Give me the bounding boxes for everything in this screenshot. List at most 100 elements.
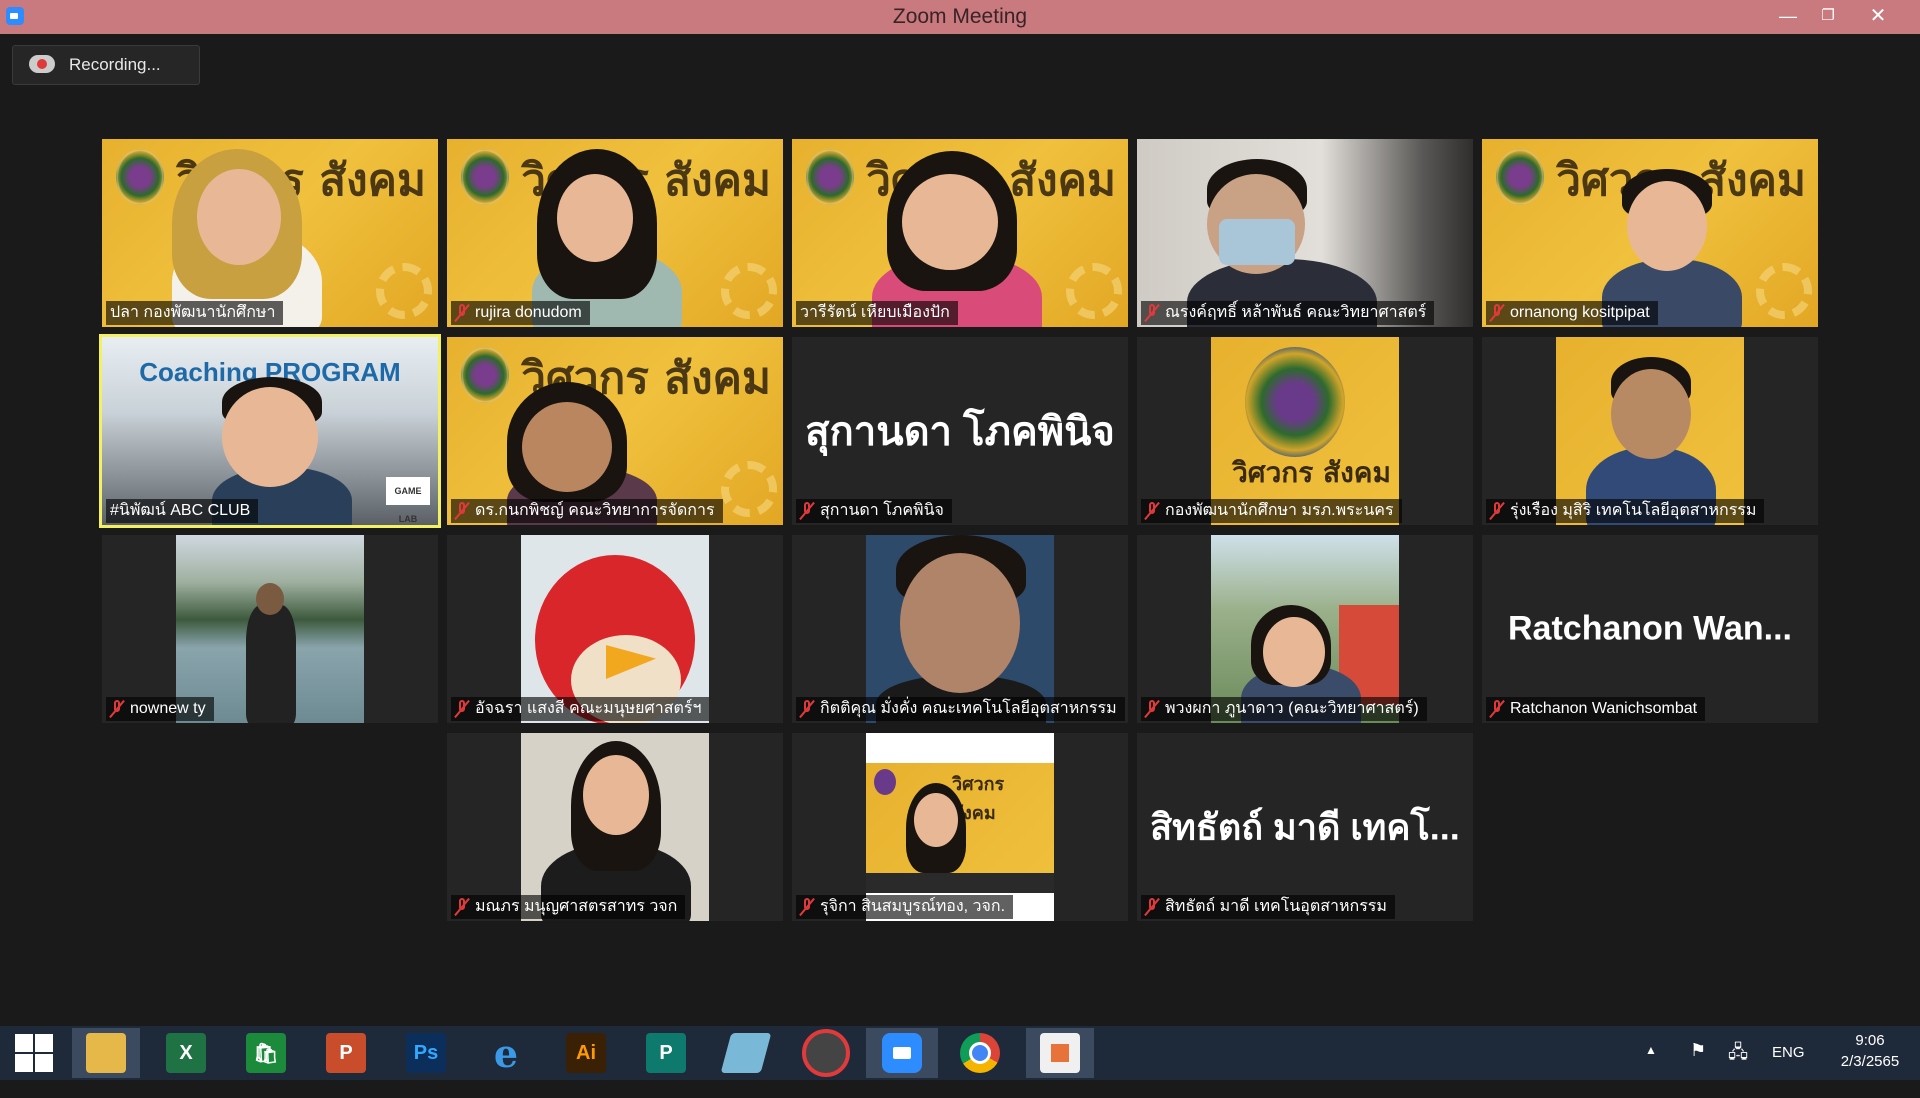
muted-mic-icon [455,897,469,917]
muted-mic-icon [1490,699,1504,719]
muted-mic-icon [1490,501,1504,521]
participant-tile[interactable]: nownew ty [102,535,438,723]
clock[interactable]: 9:06 2/3/2565 [1830,1032,1910,1086]
taskbar-excel[interactable]: X [152,1028,220,1078]
gear-icon [1066,263,1122,319]
participant-name: พวงผกา ภูนาดาว (คณะวิทยาศาสตร์) [1141,697,1427,721]
taskbar-zoom[interactable] [866,1028,938,1078]
recording-indicator[interactable]: Recording... [12,45,200,85]
taskbar-photoscape[interactable] [792,1028,860,1078]
participant-display-name: สิทธัตถ์ มาดี เทคโ... [1150,806,1460,848]
taskbar-illustrator[interactable]: Ai [552,1028,620,1078]
minimize-button[interactable]: — [1768,0,1808,34]
participant-tile-active-speaker[interactable]: Coaching PROGRAM fo urer GAME LAB #นิพัฒ… [99,334,441,528]
muted-mic-icon [455,699,469,719]
participant-tile[interactable]: วิศวกร สังคม ดร.กนกพิชญ์ คณะวิทยาการจัดก… [447,337,783,525]
gear-icon [376,263,432,319]
muted-mic-icon [455,303,469,323]
taskbar-file-explorer[interactable] [72,1028,140,1078]
participant-tile[interactable]: วิศวกร สังคม กองพัฒนานักศึกษา มรภ.พระนคร [1137,337,1473,525]
participant-name: #นิพัฒน์ ABC CLUB [106,499,259,523]
photoscape-icon [802,1029,850,1077]
participant-tile[interactable]: ณรงค์ฤทธิ์ หล้าพันธ์ คณะวิทยาศาสตร์ [1137,139,1473,327]
muted-mic-icon [800,699,814,719]
participant-tile[interactable]: รุ่งเรือง มุสิริ เทคโนโลยีอุตสาหกรรม [1482,337,1818,525]
show-hidden-icons-button[interactable]: ▲ [1645,1043,1657,1097]
gear-icon [721,461,777,517]
muted-mic-icon [1145,501,1159,521]
powerpoint-icon: P [326,1033,366,1073]
restore-button[interactable]: ❐ [1808,0,1848,34]
folder-icon [86,1033,126,1073]
taskbar-photoshop[interactable]: Ps [392,1028,460,1078]
taskbar-store[interactable]: 🛍 [232,1028,300,1078]
participant-name: รุจิกา สินสมบูรณ์ทอง, วจก. [796,895,1014,919]
muted-mic-icon [455,501,469,521]
start-button[interactable] [0,1028,68,1078]
participant-tile[interactable]: พวงผกา ภูนาดาว (คณะวิทยาศาสตร์) [1137,535,1473,723]
network-icon[interactable]: 🖧 [1728,1040,1748,1094]
windows-taskbar: X 🛍 P Ps e Ai P ▲ ⚑ 🖧 ENG 9:06 2/3/2565 [0,1026,1920,1080]
muted-mic-icon [1145,699,1159,719]
background-brand-text: วิศวกร สังคม [1232,456,1391,489]
participant-tile[interactable]: กิตติคุณ มั่งคั่ง คณะเทคโนโลยีอุตสาหกรรม [792,535,1128,723]
notes-icon [720,1033,772,1073]
background-brand-text: วิศวกร สังคม [952,774,1005,824]
participant-tile[interactable]: อัจฉรา แสงสี คณะมนุษยศาสตร์ฯ [447,535,783,723]
participant-name: ณรงค์ฤทธิ์ หล้าพันธ์ คณะวิทยาศาสตร์ [1141,301,1435,325]
participant-tile[interactable]: วิศวกร สังคม ornanong kositpipat [1482,139,1818,327]
taskbar-notes[interactable] [712,1028,780,1078]
window-title: Zoom Meeting [892,5,1028,28]
internet-explorer-icon: e [493,1030,519,1076]
taskbar-powerpoint[interactable]: P [312,1028,380,1078]
presentation-icon [1040,1033,1080,1073]
muted-mic-icon [1490,303,1504,323]
muted-mic-icon [1145,897,1159,917]
taskbar-presentation-app[interactable] [1026,1028,1094,1078]
muted-mic-icon [800,501,814,521]
participant-tile[interactable]: สุกานดา โภคพินิจ สุกานดา โภคพินิจ [792,337,1128,525]
participant-name: สุกานดา โภคพินิจ [796,499,952,523]
muted-mic-icon [1145,303,1159,323]
participant-tile[interactable]: สิทธัตถ์ มาดี เทคโ... สิทธัตถ์ มาดี เทคโ… [1137,733,1473,921]
close-button[interactable]: ✕ [1858,0,1898,34]
participant-name: สิทธัตถ์ มาดี เทคโนอุตสาหกรรม [1141,895,1395,919]
university-seal-icon [806,149,854,205]
university-seal-icon [461,347,509,403]
muted-mic-icon [110,699,124,719]
clock-date: 2/3/2565 [1840,1053,1900,1070]
participant-tile[interactable]: วิศวกร สังคม รุจิกา สินสมบูรณ์ทอง, วจก. [792,733,1128,921]
zoom-icon [882,1033,922,1073]
taskbar-internet-explorer[interactable]: e [472,1028,540,1078]
participant-name: ดร.กนกพิชญ์ คณะวิทยาการจัดการ [451,499,723,523]
participant-name: รุ่งเรือง มุสิริ เทคโนโลยีอุตสาหกรรม [1486,499,1765,523]
excel-icon: X [166,1033,206,1073]
participant-tile[interactable]: Ratchanon Wan... Ratchanon Wanichsombat [1482,535,1818,723]
participant-name: rujira donudom [451,301,590,325]
action-center-flag-icon[interactable]: ⚑ [1690,1040,1706,1094]
gear-icon [1756,263,1812,319]
participant-name: กิตติคุณ มั่งคั่ง คณะเทคโนโลยีอุตสาหกรรม [796,697,1125,721]
recording-label: Recording... [69,55,161,74]
participant-display-name: สุกานดา โภคพินิจ [805,410,1115,454]
participant-name: ornanong kositpipat [1486,301,1658,325]
participant-tile[interactable]: วิศวกร สังคม วารีรัตน์ เหียบเมืองปัก [792,139,1128,327]
participant-tile[interactable]: มณภร มนุญศาสตรสาทร วจก [447,733,783,921]
participant-name: วารีรัตน์ เหียบเมืองปัก [796,301,958,325]
muted-mic-icon [800,897,814,917]
input-language[interactable]: ENG [1772,1044,1805,1098]
participant-tile[interactable]: วิศวกร สังคม rujira donudom [447,139,783,327]
windows-logo-icon [15,1034,53,1072]
photoshop-icon: Ps [406,1033,446,1073]
university-seal-icon [1245,347,1345,457]
participant-display-name: Ratchanon Wan... [1508,609,1792,648]
university-seal-icon [874,769,896,795]
university-seal-icon [461,149,509,205]
participant-tile[interactable]: วิศวกร สังคม ปลา กองพัฒนานักศึกษา [102,139,438,327]
chrome-icon [960,1033,1000,1073]
gear-icon [721,263,777,319]
taskbar-chrome[interactable] [946,1028,1014,1078]
publisher-icon: P [646,1033,686,1073]
store-icon: 🛍 [246,1033,286,1073]
taskbar-publisher[interactable]: P [632,1028,700,1078]
